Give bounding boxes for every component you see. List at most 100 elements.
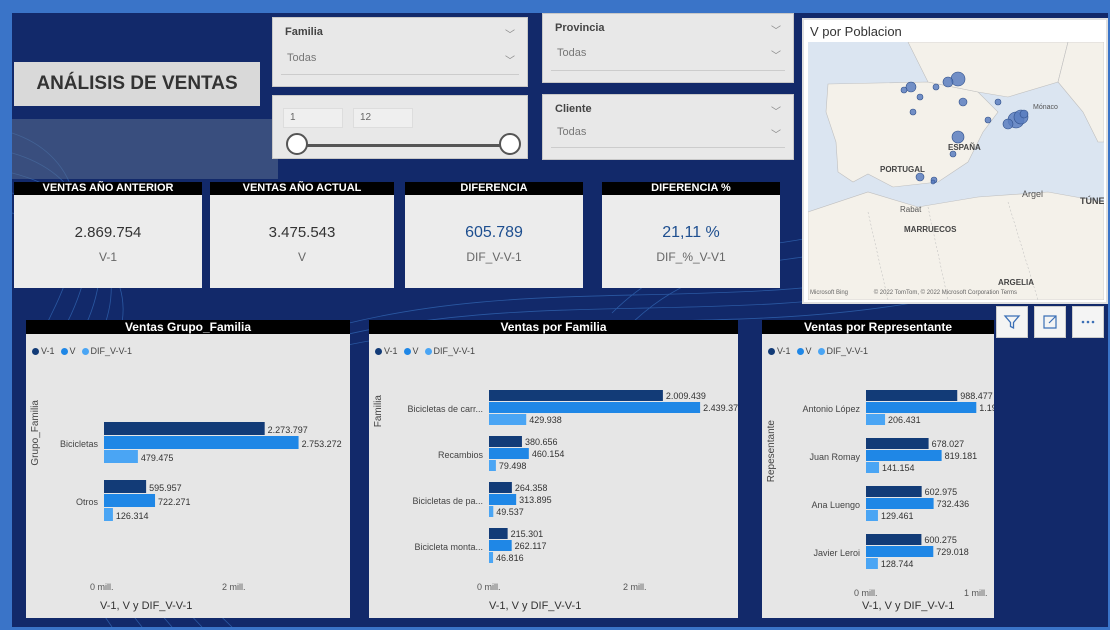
data-label: 600.275 (924, 535, 957, 545)
bar-V-1 (489, 528, 508, 539)
x-tick-label: 0 mill. (854, 588, 878, 598)
map-label-espana: ESPAÑA (948, 143, 981, 152)
chart-title: Ventas Grupo_Familia (26, 320, 350, 334)
x-tick-label: 1 mill. (964, 588, 988, 598)
data-label: 206.431 (888, 415, 921, 425)
data-label: 49.537 (496, 507, 524, 517)
range-to-input[interactable]: 12 (353, 108, 413, 128)
more-options-icon[interactable] (1072, 306, 1104, 338)
category-label: Bicicletas de carr... (407, 404, 483, 414)
data-label: 2.009.439 (666, 391, 706, 401)
month-range-slicer[interactable]: 1 12 (272, 95, 528, 159)
bar-DIF_V-V-1 (866, 558, 878, 569)
map-area[interactable]: Mónaco ESPAÑA PORTUGAL Argel TÚNE Rabat … (808, 42, 1104, 300)
map-title: V por Poblacion (810, 24, 902, 39)
range-end-handle[interactable] (499, 133, 521, 155)
range-track[interactable] (297, 144, 509, 147)
data-label: 2.439.377 (703, 403, 738, 413)
cliente-slicer[interactable]: Cliente ﹀ Todas ﹀ (542, 94, 794, 160)
data-label: 215.301 (511, 529, 544, 539)
map-label-rabat: Rabat (900, 205, 922, 214)
familia-value[interactable]: Todas (287, 52, 316, 64)
bar-chart-svg: Antonio López 988.477 1.194.908 206.431 Juan… (802, 390, 994, 598)
data-label: 460.154 (532, 449, 565, 459)
bar-DIF_V-V-1 (866, 414, 886, 425)
bar-DIF_V-V-1 (866, 462, 880, 473)
map-label-argelia: ARGELIA (998, 278, 1034, 287)
familia-slicer[interactable]: Familia ﹀ Todas ﹀ (272, 17, 528, 87)
kpi-subtitle: DIF_%_V-V1 (656, 250, 726, 264)
data-label: 988.477 (960, 391, 993, 401)
bar-DIF_V-V-1 (104, 450, 138, 463)
bar-V (489, 494, 517, 505)
kpi-title: VENTAS AÑO ANTERIOR (14, 182, 202, 195)
data-label: 264.358 (515, 483, 548, 493)
chart-ventas-por-familia[interactable]: Ventas por Familia V-1 V DIF_V-V-1 Familia V… (369, 320, 738, 618)
category-label: Antonio López (802, 404, 860, 414)
chevron-down-icon[interactable]: ﹀ (771, 47, 781, 62)
range-from-input[interactable]: 1 (283, 108, 343, 128)
familia-label: Familia (285, 26, 323, 38)
kpi-subtitle: V (297, 250, 306, 264)
bar-V-1 (866, 486, 922, 497)
bing-logo: Microsoft Bing (810, 290, 849, 296)
map-label-tunez: TÚNE (1080, 195, 1104, 206)
title-shadow-band (12, 119, 278, 179)
focus-mode-icon[interactable] (1034, 306, 1066, 338)
bar-DIF_V-V-1 (866, 510, 878, 521)
chart-ventas-por-representante[interactable]: Ventas por Representante V-1 V DIF_V-V-1 Re… (762, 320, 994, 618)
bar-DIF_V-V-1 (489, 552, 494, 563)
bar-DIF_V-V-1 (104, 508, 113, 521)
chevron-down-icon[interactable]: ﹀ (771, 126, 781, 141)
data-label: 729.018 (936, 547, 969, 557)
kpi-value: 2.869.754 (74, 224, 142, 241)
kpi-title: DIFERENCIA % (602, 182, 780, 195)
bar-DIF_V-V-1 (489, 506, 494, 517)
kpi-card-ventas-ano-actual[interactable]: VENTAS AÑO ACTUAL 3.475.543 V (210, 182, 394, 288)
data-label: 262.117 (515, 541, 547, 551)
x-tick-label: 2 mill. (623, 582, 647, 592)
map-visual[interactable]: V por Poblacion Mónaco ESPAÑA PORTUGAL A… (802, 18, 1108, 304)
top-border (0, 0, 1110, 13)
bar-V-1 (489, 482, 512, 493)
kpi-card-diferencia-pct[interactable]: DIFERENCIA % 21,11 % DIF_%_V-V1 (602, 182, 780, 288)
bar-V-1 (866, 438, 929, 449)
provincia-label: Provincia (555, 22, 605, 34)
filter-icon[interactable] (996, 306, 1028, 338)
bar-V (489, 448, 529, 459)
chart-title: Ventas por Representante (762, 320, 994, 334)
data-label: 732.436 (937, 499, 970, 509)
divider (551, 70, 785, 71)
chart-title: Ventas por Familia (369, 320, 738, 334)
bar-V-1 (489, 390, 663, 401)
chevron-down-icon[interactable]: ﹀ (505, 52, 515, 67)
category-label: Javier Leroi (813, 548, 860, 558)
category-label: Ana Luengo (811, 500, 860, 510)
data-label: 141.154 (882, 463, 915, 473)
category-label: Otros (76, 497, 99, 507)
data-label: 678.027 (932, 439, 965, 449)
kpi-card-ventas-ano-anterior[interactable]: VENTAS AÑO ANTERIOR 2.869.754 V-1 (14, 182, 202, 288)
bar-V-1 (489, 436, 522, 447)
chevron-down-icon[interactable]: ﹀ (505, 26, 515, 41)
chevron-down-icon[interactable]: ﹀ (771, 103, 781, 118)
cliente-value[interactable]: Todas (557, 126, 586, 138)
bar-V (866, 546, 934, 557)
data-label: 602.975 (925, 487, 958, 497)
kpi-card-diferencia[interactable]: DIFERENCIA 605.789 DIF_V-V-1 (405, 182, 583, 288)
map-attribution: Microsoft Bing © 2022 TomTom, © 2022 Mic… (810, 290, 1017, 296)
data-label: 479.475 (141, 453, 174, 463)
chevron-down-icon[interactable]: ﹀ (771, 22, 781, 37)
provincia-slicer[interactable]: Provincia ﹀ Todas ﹀ (542, 13, 794, 83)
bar-V (866, 402, 977, 413)
kpi-subtitle: V-1 (98, 250, 117, 264)
bar-DIF_V-V-1 (489, 460, 496, 471)
chart-ventas-grupo-familia[interactable]: Ventas Grupo_Familia V-1 V DIF_V-V-1 Grupo_… (26, 320, 350, 618)
map-label-argel: Argel (1022, 189, 1043, 199)
kpi-title: DIFERENCIA (405, 182, 583, 195)
bar-V (866, 498, 934, 509)
divider (281, 74, 519, 75)
visual-header-toolbar (996, 306, 1104, 340)
range-start-handle[interactable] (286, 133, 308, 155)
provincia-value[interactable]: Todas (557, 47, 586, 59)
